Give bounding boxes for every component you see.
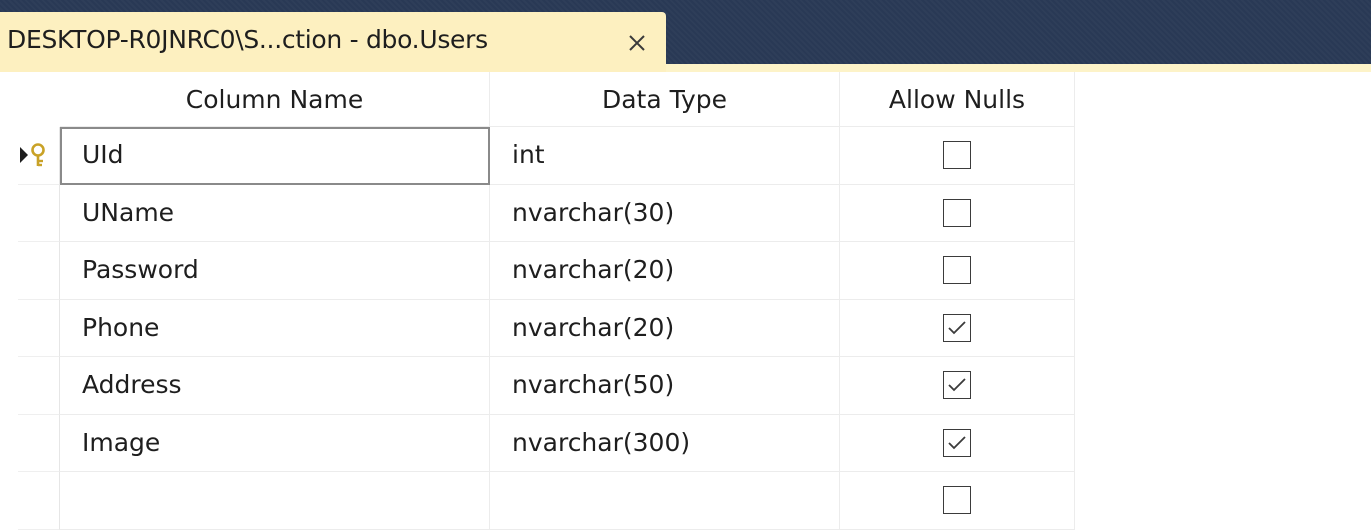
close-icon[interactable] bbox=[622, 28, 652, 58]
data-type-cell[interactable]: nvarchar(20) bbox=[490, 242, 840, 300]
allow-nulls-checkbox[interactable] bbox=[943, 486, 971, 515]
column-name-cell[interactable]: Address bbox=[60, 357, 490, 415]
data-type-cell[interactable]: nvarchar(30) bbox=[490, 184, 840, 242]
column-name-cell[interactable]: Password bbox=[60, 242, 490, 300]
data-type-cell[interactable]: int bbox=[490, 127, 840, 185]
data-type-cell[interactable]: nvarchar(300) bbox=[490, 414, 840, 472]
table-designer-grid: Column Name Data Type Allow Nulls UId int… bbox=[0, 72, 1371, 531]
data-type-cell[interactable]: nvarchar(20) bbox=[490, 299, 840, 357]
allow-nulls-cell bbox=[840, 472, 1075, 530]
column-name-cell[interactable]: UName bbox=[60, 184, 490, 242]
column-name-cell[interactable] bbox=[60, 472, 490, 530]
column-header-name[interactable]: Column Name bbox=[60, 72, 490, 127]
data-type-cell[interactable]: nvarchar(50) bbox=[490, 357, 840, 415]
allow-nulls-checkbox[interactable] bbox=[943, 256, 971, 285]
allow-nulls-cell bbox=[840, 299, 1075, 357]
allow-nulls-checkbox[interactable] bbox=[943, 198, 971, 227]
row-selector[interactable] bbox=[18, 414, 60, 472]
row-selector[interactable] bbox=[18, 299, 60, 357]
row-selector[interactable] bbox=[18, 184, 60, 242]
row-selector[interactable] bbox=[18, 472, 60, 530]
column-name-cell[interactable]: Phone bbox=[60, 299, 490, 357]
allow-nulls-checkbox-checked[interactable] bbox=[943, 428, 971, 457]
allow-nulls-checkbox[interactable] bbox=[943, 141, 971, 170]
data-type-cell[interactable] bbox=[490, 472, 840, 530]
row-selector[interactable] bbox=[18, 242, 60, 300]
allow-nulls-cell bbox=[840, 127, 1075, 185]
row-selector[interactable] bbox=[18, 357, 60, 415]
column-header-data-type[interactable]: Data Type bbox=[490, 72, 840, 127]
column-name-cell[interactable]: Image bbox=[60, 414, 490, 472]
column-name-cell[interactable]: UId bbox=[60, 127, 490, 185]
allow-nulls-checkbox-checked[interactable] bbox=[943, 313, 971, 342]
allow-nulls-cell bbox=[840, 184, 1075, 242]
allow-nulls-cell bbox=[840, 357, 1075, 415]
document-tab-active[interactable]: DESKTOP-R0JNRC0\S...ction - dbo.Users bbox=[0, 12, 666, 72]
allow-nulls-cell bbox=[840, 242, 1075, 300]
tab-title: DESKTOP-R0JNRC0\S...ction - dbo.Users bbox=[7, 25, 488, 54]
current-row-primary-key-icon bbox=[16, 141, 52, 169]
allow-nulls-checkbox-checked[interactable] bbox=[943, 371, 971, 400]
allow-nulls-cell bbox=[840, 414, 1075, 472]
column-header-allow-nulls[interactable]: Allow Nulls bbox=[840, 72, 1075, 127]
